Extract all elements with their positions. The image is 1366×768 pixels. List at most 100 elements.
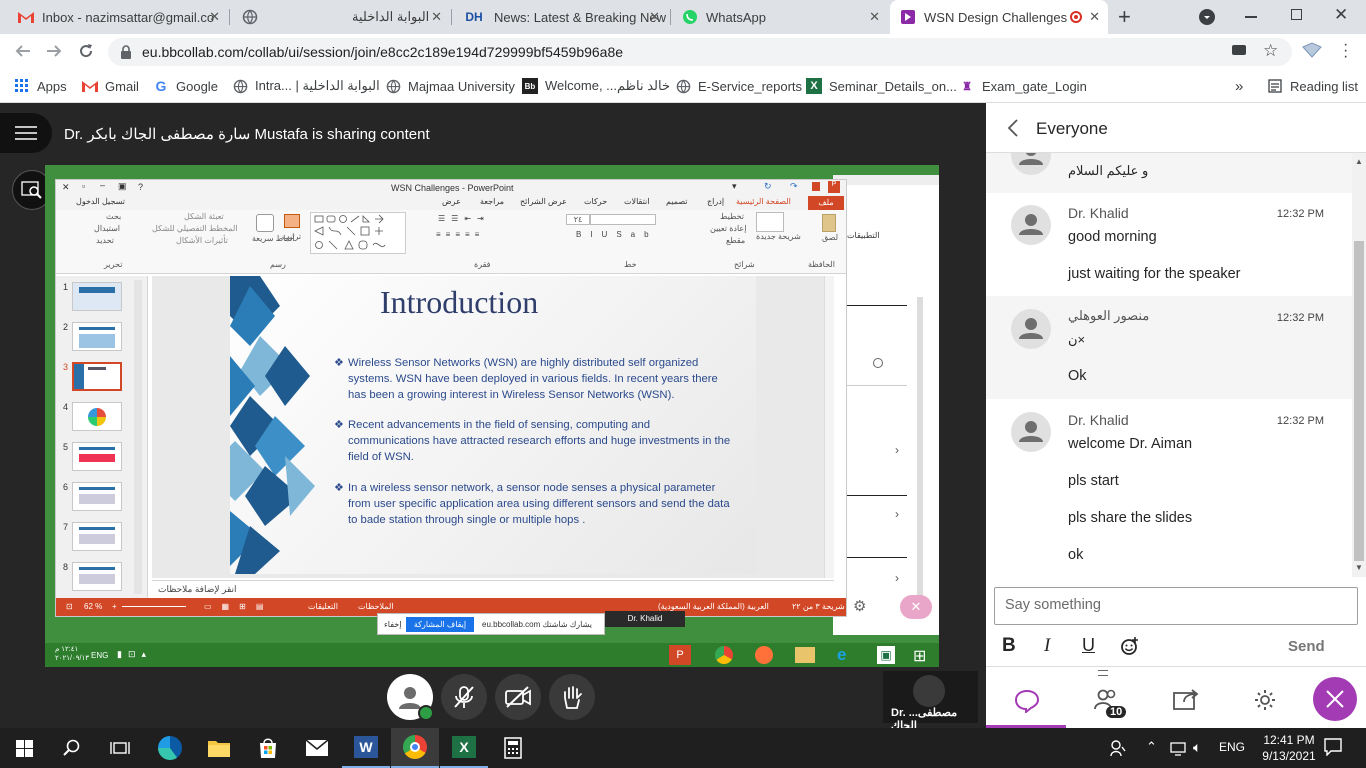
microphone-button[interactable] — [441, 674, 487, 720]
attendees-tab[interactable]: 10 — [1066, 667, 1146, 729]
user-avatar-icon — [1019, 214, 1043, 235]
underline-icon[interactable]: U — [1082, 635, 1095, 656]
bookmark-star-icon[interactable]: ☆ — [1263, 41, 1278, 61]
tab-search-icon[interactable] — [1199, 9, 1215, 25]
quick-styles-icon — [256, 214, 274, 232]
bookmark-majmaa[interactable]: Majmaa University — [385, 76, 515, 96]
session-menu-button[interactable] — [0, 113, 52, 153]
bookmark-gmail[interactable]: Gmail — [82, 76, 139, 96]
mail-button[interactable] — [293, 728, 341, 768]
tab-news[interactable]: DH News: Latest & Breaking New ✕ — [452, 0, 668, 34]
forward-icon[interactable] — [45, 42, 63, 60]
chat-message: منصور العوهلي 12:32 PM ن× Ok — [986, 296, 1352, 399]
tray-chevron-icon[interactable]: ⌃ — [1146, 739, 1157, 755]
inner-clock: ١٢:٤١ م ٢٠٢١/٠٩/١٣ — [55, 645, 89, 663]
bookmark-seminar[interactable]: X Seminar_Details_on... — [806, 76, 957, 96]
presenter-tile[interactable]: Dr. ...مصطفى الجاك — [883, 671, 978, 732]
new-tab-icon[interactable]: + — [1118, 4, 1131, 30]
minimize-icon[interactable] — [1245, 16, 1257, 18]
tab-slideshow: عرض الشرائح — [520, 197, 567, 206]
format-toolbar: B I U Send — [986, 631, 1366, 661]
network-icon[interactable] — [1170, 740, 1188, 756]
close-icon[interactable]: ✕ — [431, 9, 442, 25]
bookmark-apps[interactable]: Apps — [14, 76, 67, 96]
shape-fill-label: تعبئة الشكل — [184, 212, 224, 221]
chat-tab[interactable] — [986, 667, 1066, 729]
ppt-ribbon-tabs: ملف الصفحة الرئيسية إدراج تصميم انتقالات… — [56, 196, 846, 210]
bold-icon[interactable]: B — [1002, 635, 1016, 657]
extension-icon[interactable] — [1301, 42, 1323, 58]
slide-number: 4 — [63, 402, 69, 412]
user-avatar — [1011, 205, 1051, 245]
settings-tab[interactable] — [1226, 667, 1306, 729]
italic-icon[interactable]: I — [1044, 635, 1050, 657]
reading-list[interactable]: Reading list — [1267, 76, 1358, 96]
language-indicator[interactable]: ENG — [1219, 740, 1245, 754]
people-icon[interactable] — [1110, 739, 1126, 757]
close-icon — [1326, 690, 1344, 708]
search-button[interactable] — [48, 728, 96, 768]
user-avatar-icon — [1019, 421, 1043, 442]
chat-panel: Everyone و عليكم السلام Dr. Khalid 12:32… — [986, 103, 1366, 729]
group-drawing: رسم — [270, 260, 286, 269]
back-chevron-icon[interactable] — [1008, 119, 1018, 137]
reload-icon[interactable] — [77, 42, 95, 60]
scroll-up-icon[interactable]: ▲ — [1355, 157, 1363, 166]
bookmark-welcome[interactable]: Bb Welcome, ...خالد ناظم — [522, 76, 670, 96]
tab-intranet[interactable]: البوابة الداخلية ✕ — [232, 0, 450, 34]
notifications-icon[interactable] — [1324, 738, 1342, 756]
chat-input[interactable]: Say something — [994, 587, 1358, 625]
clock[interactable]: 12:41 PM 9/13/2021 — [1258, 732, 1320, 764]
store-button[interactable] — [244, 728, 292, 768]
bookmark-exam[interactable]: ♜ Exam_gate_Login — [959, 76, 1087, 96]
file-explorer-button[interactable] — [195, 728, 243, 768]
excel-icon: X — [452, 736, 476, 758]
reading-list-icon — [1267, 78, 1283, 94]
camera-icon[interactable] — [1232, 45, 1246, 55]
task-view-button[interactable] — [96, 728, 144, 768]
word-button[interactable]: W — [342, 728, 390, 768]
bookmark-eservice[interactable]: E-Service_reports — [675, 76, 802, 96]
close-icon[interactable]: ✕ — [649, 9, 660, 25]
scroll-thumb[interactable] — [1354, 241, 1364, 561]
scroll-down-icon[interactable]: ▼ — [1355, 563, 1363, 572]
bookmark-intranet[interactable]: Intra... | البوابة الداخلية — [232, 76, 380, 96]
search-icon — [63, 739, 80, 756]
close-icon[interactable]: ✕ — [869, 9, 880, 25]
slide-number: 1 — [63, 282, 69, 292]
bookmarks-more[interactable]: » — [1235, 76, 1243, 96]
calculator-button[interactable] — [489, 728, 537, 768]
emoji-icon[interactable] — [1120, 636, 1140, 656]
sharing-header: Dr. سارة مصطفى الجاك بابكر Mustafa is sh… — [0, 103, 986, 163]
close-panel-button[interactable] — [1313, 677, 1357, 721]
user-avatar-icon — [1019, 153, 1043, 165]
camera-button[interactable] — [495, 674, 541, 720]
edge-taskbar-button[interactable] — [146, 728, 194, 768]
raise-hand-button[interactable] — [549, 674, 595, 720]
chrome-button[interactable] — [391, 728, 439, 768]
help-icon: ? — [138, 182, 144, 192]
store-icon — [260, 738, 276, 758]
bookmark-google[interactable]: G Google — [153, 76, 218, 96]
share-content-tab[interactable] — [1146, 667, 1226, 729]
menu-dots-icon[interactable]: · · · — [1343, 37, 1348, 65]
back-icon[interactable] — [14, 42, 32, 60]
maximize-icon[interactable] — [1291, 9, 1302, 20]
close-icon[interactable]: ✕ — [209, 9, 220, 25]
tab-whatsapp[interactable]: WhatsApp ✕ — [672, 0, 888, 34]
volume-icon[interactable]: 🔈︎ — [1193, 739, 1201, 756]
gmail-icon — [18, 9, 34, 25]
browser-toolbar: eu.bbcollab.com/collab/ui/session/join/e… — [0, 34, 1366, 70]
start-button[interactable] — [0, 728, 48, 768]
chat-time: 12:32 PM — [1276, 415, 1324, 427]
send-button[interactable]: Send — [1288, 638, 1325, 655]
tab-gmail[interactable]: Inbox - nazimsattar@gmail.co ✕ — [8, 0, 228, 34]
excel-button[interactable]: X — [440, 728, 488, 768]
window-close-icon[interactable]: ✕ — [1334, 5, 1348, 25]
chat-scrollbar[interactable]: ▲ ▼ — [1352, 153, 1366, 577]
tab-wsn-active[interactable]: WSN Design Challenges ✕ — [890, 0, 1108, 34]
address-bar[interactable]: eu.bbcollab.com/collab/ui/session/join/e… — [108, 38, 1292, 66]
profile-button[interactable] — [387, 674, 434, 721]
tab-title: البوابة الداخلية — [352, 9, 430, 24]
close-icon[interactable]: ✕ — [1089, 9, 1100, 25]
